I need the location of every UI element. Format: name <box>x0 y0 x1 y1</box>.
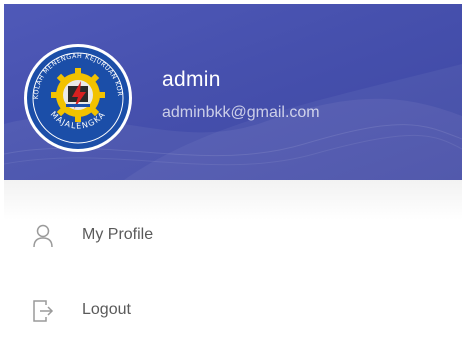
logout-icon <box>33 300 54 322</box>
menu-item-logout[interactable]: Logout <box>4 289 462 333</box>
menu-item-label: My Profile <box>82 226 154 243</box>
profile-header: SEKOLAH MENENGAH KEJURUAN KORPRI MAJALEN… <box>4 4 462 180</box>
user-icon <box>33 224 53 248</box>
menu-item-label: Logout <box>82 301 131 318</box>
user-name: admin <box>162 68 221 91</box>
school-emblem-icon: SEKOLAH MENENGAH KEJURUAN KORPRI MAJALEN… <box>22 42 132 152</box>
menu-item-my-profile[interactable]: My Profile <box>4 214 462 258</box>
user-email: adminbkk@gmail.com <box>162 104 320 121</box>
